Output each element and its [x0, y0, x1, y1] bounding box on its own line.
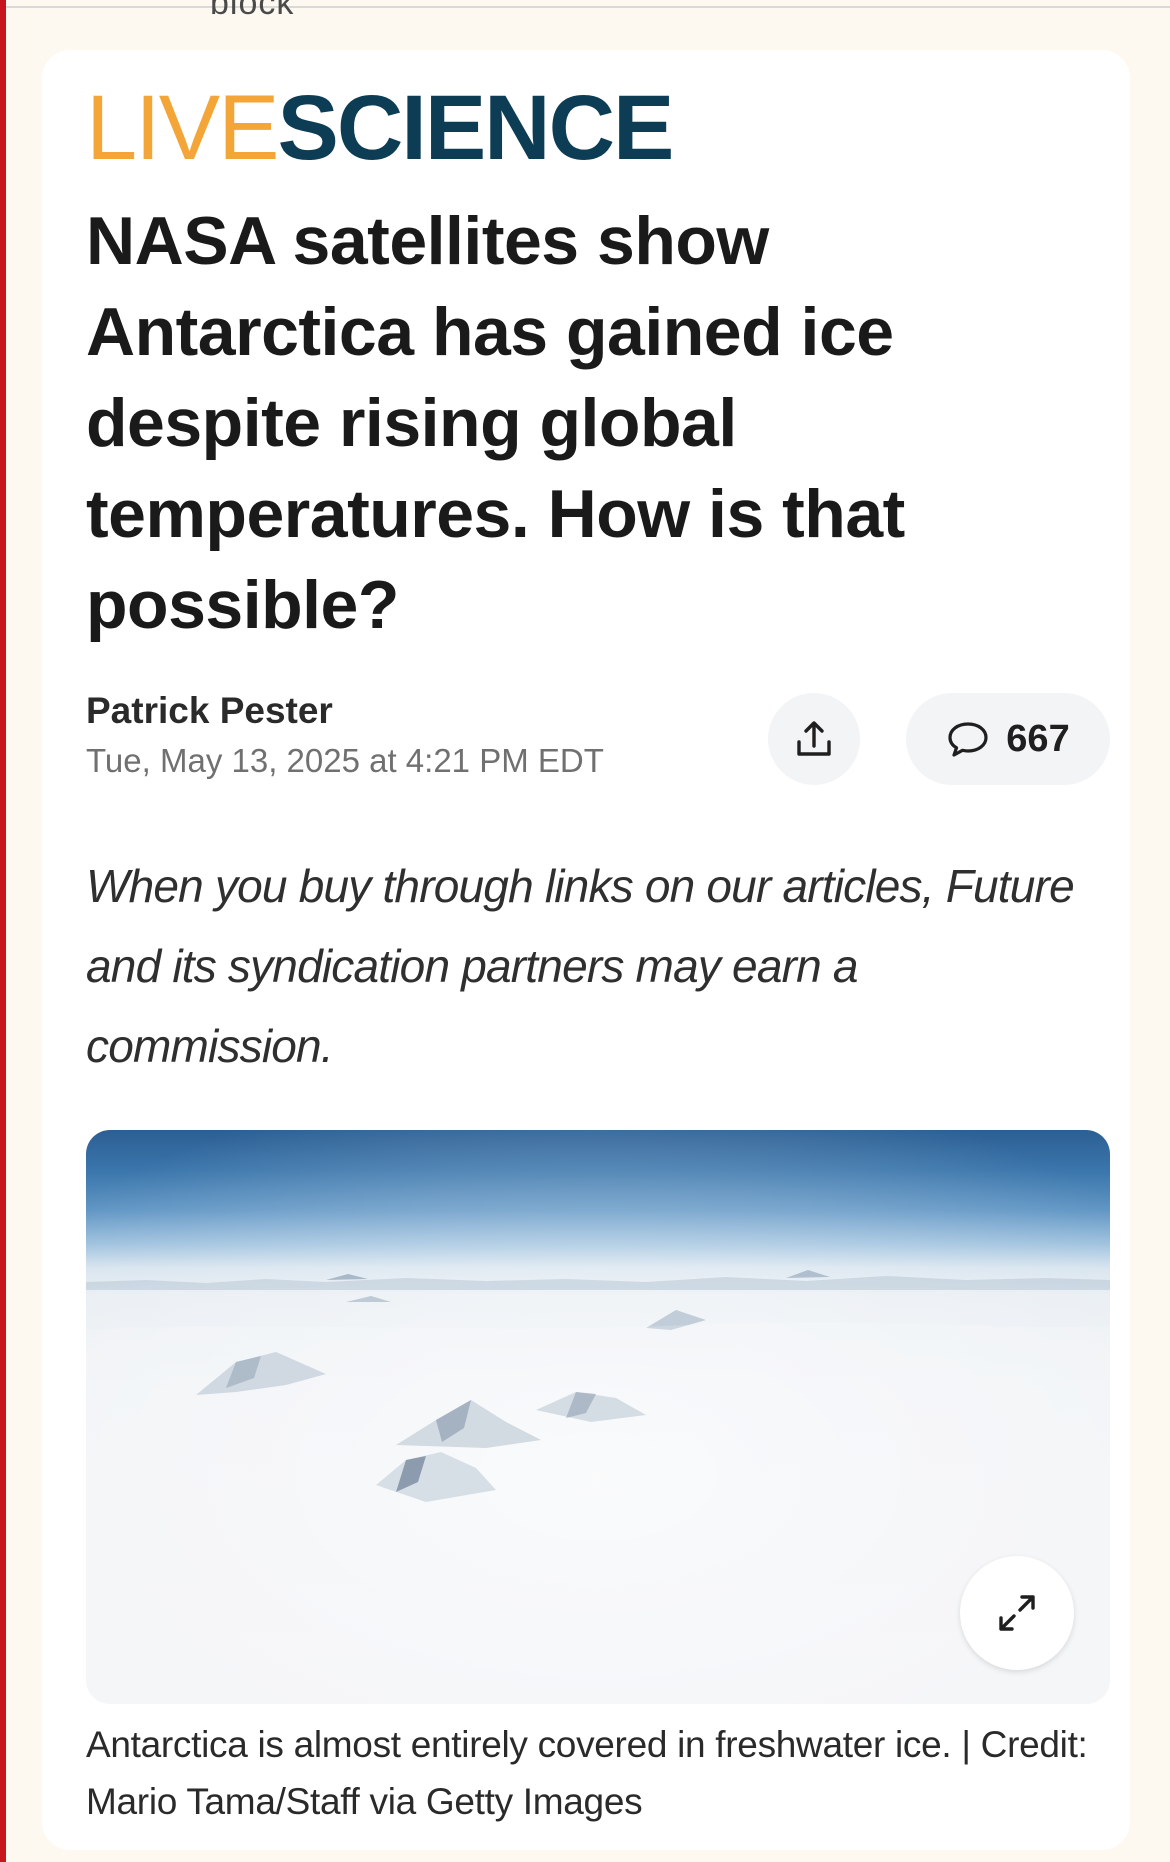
article-headline: NASA satellites show Antarctica has gain… — [86, 203, 905, 643]
article-hero-image — [86, 1130, 1110, 1704]
clipped-previous-text: block — [210, 0, 295, 22]
share-button[interactable] — [768, 693, 860, 785]
accent-edge-bar — [0, 0, 6, 1862]
top-divider — [6, 6, 1170, 8]
author-name[interactable]: Patrick Pester — [86, 690, 333, 732]
comment-bubble-icon — [948, 722, 988, 757]
comment-count: 667 — [1006, 717, 1070, 760]
expand-arrows-icon — [999, 1595, 1035, 1631]
expand-image-button[interactable] — [960, 1556, 1074, 1670]
livescience-logo[interactable]: LIVE SCIENCE — [86, 77, 674, 179]
antarctica-landscape-illustration — [86, 1130, 1110, 1704]
affiliate-disclaimer: When you buy through links on our articl… — [86, 860, 1075, 1072]
share-upload-icon — [797, 721, 831, 756]
publish-date: Tue, May 13, 2025 at 4:21 PM EDT — [86, 742, 604, 779]
logo-live-text: LIVE — [86, 77, 279, 179]
comments-button[interactable]: 667 — [906, 693, 1110, 785]
image-caption: Antarctica is almost entirely covered in… — [86, 1724, 1088, 1822]
logo-science-text: SCIENCE — [277, 77, 674, 179]
